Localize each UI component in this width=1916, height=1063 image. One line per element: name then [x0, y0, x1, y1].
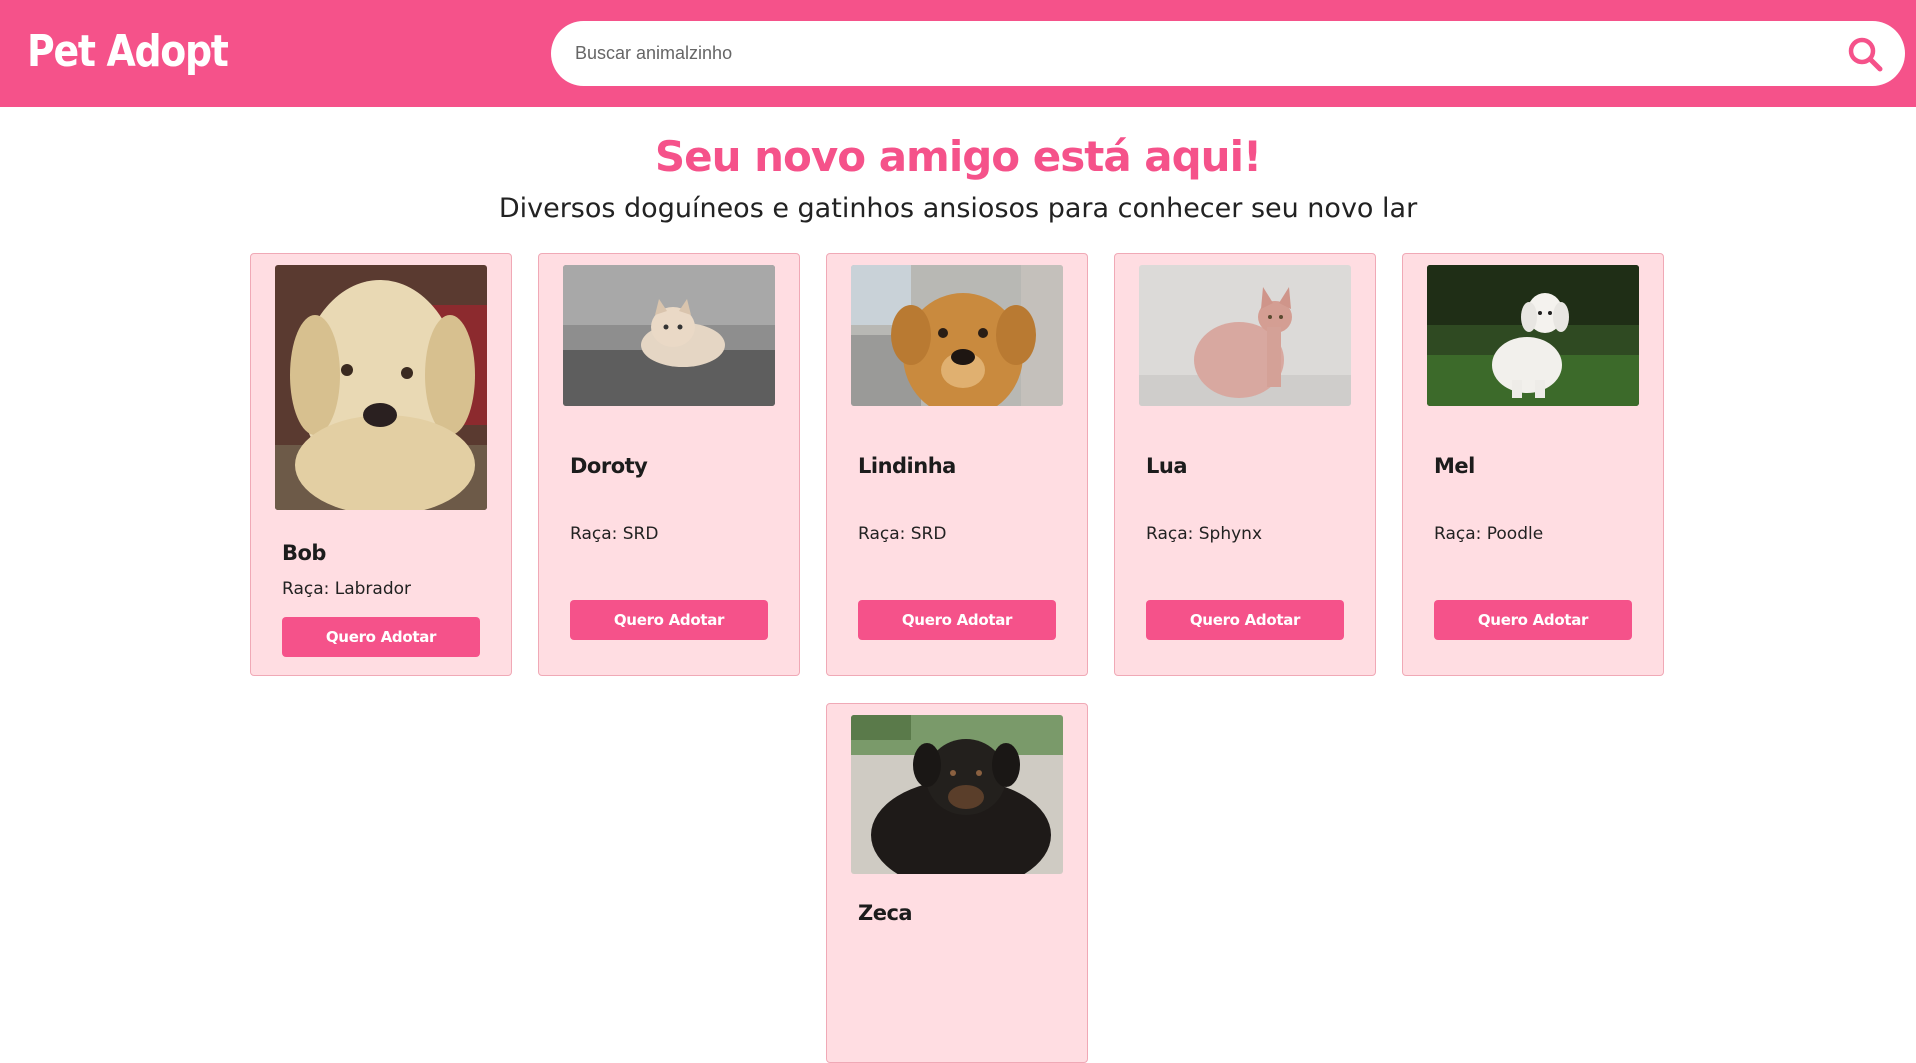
- pet-card-lindinha: Lindinha Raça: SRD Quero Adotar: [826, 253, 1088, 676]
- poodle-dog-photo: [1427, 265, 1639, 406]
- pet-card-mel: Mel Raça: Poodle Quero Adotar: [1402, 253, 1664, 676]
- pet-card-doroty: Doroty Raça: SRD Quero Adotar: [538, 253, 800, 676]
- pet-name: Lua: [1146, 454, 1188, 478]
- pet-breed: Raça: SRD: [858, 524, 947, 544]
- adopt-button-doroty[interactable]: Quero Adotar: [570, 600, 768, 640]
- logo[interactable]: Pet Adopt: [27, 26, 229, 77]
- pet-card-bob: Bob Raça: Labrador Quero Adotar: [250, 253, 512, 676]
- black-dog-photo: [851, 715, 1063, 874]
- search-icon[interactable]: [1846, 35, 1884, 73]
- pet-breed: Raça: Labrador: [282, 579, 412, 599]
- pet-name: Doroty: [570, 454, 648, 478]
- pet-breed: Raça: Poodle: [1434, 524, 1544, 544]
- adopt-button-mel[interactable]: Quero Adotar: [1434, 600, 1632, 640]
- adopt-button-lindinha[interactable]: Quero Adotar: [858, 600, 1056, 640]
- labrador-dog-photo: [275, 265, 487, 510]
- pet-name: Bob: [282, 541, 326, 565]
- search-input[interactable]: [575, 21, 1825, 86]
- pet-card-zeca: Zeca: [826, 703, 1088, 1063]
- pet-name: Mel: [1434, 454, 1475, 478]
- pet-card-lua: Lua Raça: Sphynx Quero Adotar: [1114, 253, 1376, 676]
- sphynx-cat-photo: [1139, 265, 1351, 406]
- pet-name: Zeca: [858, 901, 913, 925]
- brown-dog-photo: [851, 265, 1063, 406]
- header-bar: Pet Adopt: [0, 0, 1916, 107]
- search-box: [551, 21, 1905, 86]
- adopt-button-bob[interactable]: Quero Adotar: [282, 617, 480, 657]
- pet-breed: Raça: SRD: [570, 524, 659, 544]
- adopt-button-lua[interactable]: Quero Adotar: [1146, 600, 1344, 640]
- page-subtitle: Diversos doguíneos e gatinhos ansiosos p…: [498, 193, 1418, 224]
- pet-breed: Raça: Sphynx: [1146, 524, 1263, 544]
- kitten-photo: [563, 265, 775, 406]
- pet-name: Lindinha: [858, 454, 956, 478]
- page-title: Seu novo amigo está aqui!: [654, 132, 1262, 181]
